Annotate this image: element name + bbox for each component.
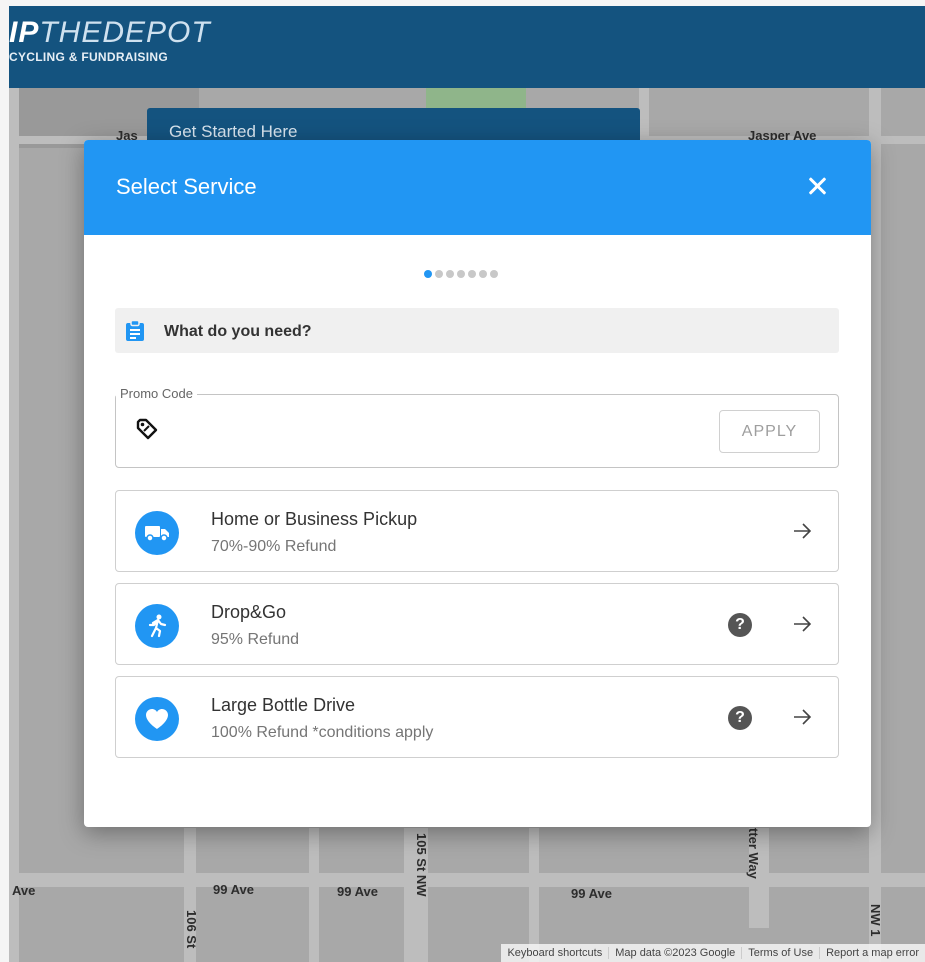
step-dot-active <box>424 270 432 278</box>
service-title: Large Bottle Drive <box>211 695 356 715</box>
promo-code-input[interactable] <box>166 417 706 445</box>
map-road <box>639 88 649 148</box>
arrow-right-icon <box>792 707 812 732</box>
close-button[interactable] <box>803 172 831 200</box>
truck-icon <box>135 511 179 555</box>
promo-code-field: Promo Code APPLY <box>115 386 839 468</box>
map-road <box>309 828 319 962</box>
get-started-label: Get Started Here <box>169 122 298 141</box>
service-option-drop-and-go[interactable]: Drop&Go 95% Refund ? <box>115 583 839 665</box>
keyboard-shortcuts-link[interactable]: Keyboard shortcuts <box>501 947 608 959</box>
arrow-right-icon <box>792 614 812 639</box>
app-header: IPTHEDEPOT CYCLING & FUNDRAISING <box>9 6 925 88</box>
map-road <box>529 828 539 962</box>
service-title: Drop&Go <box>211 602 287 622</box>
map-label-ave: Ave <box>12 883 36 898</box>
apply-button[interactable]: APPLY <box>719 410 820 453</box>
tag-icon <box>136 418 158 445</box>
service-subtitle: 95% Refund <box>211 631 300 648</box>
arrow-right-icon <box>792 521 812 546</box>
service-option-bottle-drive[interactable]: Large Bottle Drive 100% Refund *conditio… <box>115 676 839 758</box>
logo-bold-text: IP <box>9 16 40 49</box>
step-dot <box>490 270 498 278</box>
promo-code-label: Promo Code <box>116 386 197 401</box>
terms-link[interactable]: Terms of Use <box>741 947 819 959</box>
service-option-pickup[interactable]: Home or Business Pickup 70%-90% Refund <box>115 490 839 572</box>
section-heading-bar: What do you need? <box>115 308 839 353</box>
service-title: Home or Business Pickup <box>211 509 418 529</box>
service-subtitle: 100% Refund *conditions apply <box>211 724 434 741</box>
map-attribution: Keyboard shortcuts Map data ©2023 Google… <box>501 944 925 962</box>
step-dot <box>435 270 443 278</box>
service-subtitle: 70%-90% Refund <box>211 538 337 555</box>
step-indicator <box>424 270 498 278</box>
running-person-icon <box>135 604 179 648</box>
map-label-106-st: 106 St <box>184 910 199 949</box>
map-label-99-ave: 99 Ave <box>337 884 378 899</box>
map-road <box>9 88 19 962</box>
step-dot <box>446 270 454 278</box>
map-label-nw: NW 1 <box>868 904 883 937</box>
step-dot <box>468 270 476 278</box>
map-road <box>9 873 925 887</box>
logo[interactable]: IPTHEDEPOT CYCLING & FUNDRAISING <box>9 16 211 65</box>
heart-icon <box>135 697 179 741</box>
step-dot <box>479 270 487 278</box>
modal-header: Select Service <box>84 140 871 235</box>
map-label-105-st: 105 St NW <box>414 833 429 897</box>
clipboard-icon <box>125 319 145 347</box>
map-label-way: tter Way <box>746 828 761 879</box>
modal-title: Select Service <box>116 174 257 199</box>
logo-subtitle: CYCLING & FUNDRAISING <box>9 50 168 64</box>
report-error-link[interactable]: Report a map error <box>819 947 925 959</box>
help-icon[interactable]: ? <box>728 706 752 730</box>
map-data-text: Map data ©2023 Google <box>608 947 741 959</box>
map-park <box>426 88 526 108</box>
get-started-panel[interactable]: Get Started Here <box>147 108 640 142</box>
select-service-modal: Select Service What do you need? Promo C… <box>84 140 871 827</box>
map-label-99-ave: 99 Ave <box>571 886 612 901</box>
step-dot <box>457 270 465 278</box>
section-heading: What do you need? <box>164 323 312 340</box>
help-icon[interactable]: ? <box>728 613 752 637</box>
logo-light-text: THEDEPOT <box>39 16 211 49</box>
map-label-99-ave: 99 Ave <box>213 882 254 897</box>
